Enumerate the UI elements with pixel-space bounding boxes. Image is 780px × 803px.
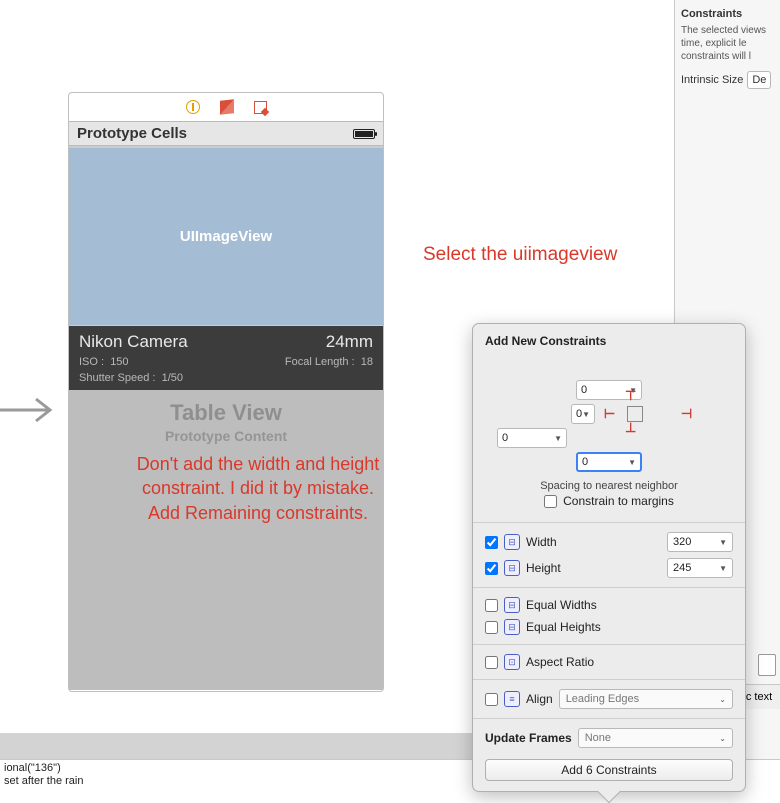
interface-builder-canvas[interactable]: Prototype Cells UIImageView Nikon Camera… bbox=[68, 92, 384, 692]
width-value-input[interactable]: 320▼ bbox=[667, 532, 733, 552]
align-checkbox[interactable] bbox=[485, 693, 498, 706]
add-constraints-button[interactable]: Add 6 Constraints bbox=[485, 759, 733, 781]
aspect-ratio-checkbox[interactable] bbox=[485, 656, 498, 669]
vc-icon[interactable] bbox=[186, 100, 200, 114]
cell-info[interactable]: Nikon Camera 24mm ISO : 150 Focal Length… bbox=[69, 326, 383, 390]
bottom-strut[interactable]: ⊥ bbox=[625, 420, 636, 436]
scene-toolbar bbox=[69, 93, 383, 121]
constrain-margins-label: Constrain to margins bbox=[563, 494, 674, 508]
lens-value: 24mm bbox=[326, 332, 373, 352]
add-constraints-popover: Add New Constraints 0▼ 0▼ ⊢ ⊤ ⊥ ⊣ 0▼ 0▼ … bbox=[472, 323, 746, 792]
height-icon: ⊟ bbox=[504, 560, 520, 576]
left-spacing-input[interactable]: 0▼ bbox=[571, 404, 595, 424]
prototype-cells-header: Prototype Cells bbox=[69, 121, 383, 146]
equal-widths-label: Equal Widths bbox=[526, 598, 597, 612]
tableview-title: Table View bbox=[69, 400, 383, 426]
align-label: Align bbox=[526, 692, 553, 706]
right-strut[interactable]: ⊣ bbox=[651, 406, 721, 422]
left-strut[interactable]: ⊢ bbox=[599, 406, 619, 422]
height-label: Height bbox=[526, 561, 561, 575]
update-frames-select[interactable]: None⌄ bbox=[578, 728, 733, 748]
spacing-label: Spacing to nearest neighbor bbox=[473, 480, 745, 492]
shutter-value: 1/50 bbox=[162, 372, 183, 384]
iso-label: ISO : bbox=[79, 356, 104, 368]
uiimageview[interactable]: UIImageView bbox=[69, 146, 383, 326]
intrinsic-size-select[interactable]: De bbox=[747, 71, 771, 89]
aspect-ratio-icon: ⊡ bbox=[504, 654, 520, 670]
table-view-placeholder[interactable]: Table View Prototype Content bbox=[69, 390, 383, 690]
top-strut[interactable]: ⊤ bbox=[625, 388, 636, 404]
equal-heights-icon: ⊟ bbox=[504, 619, 520, 635]
equal-widths-icon: ⊟ bbox=[504, 597, 520, 613]
battery-icon bbox=[353, 129, 375, 139]
align-select[interactable]: Leading Edges⌄ bbox=[559, 689, 733, 709]
width-checkbox[interactable] bbox=[485, 536, 498, 549]
constraints-heading: Constraints bbox=[681, 8, 774, 20]
tableview-subtitle: Prototype Content bbox=[69, 428, 383, 444]
right-spacing-input[interactable]: 0▼ bbox=[497, 428, 567, 448]
height-checkbox[interactable] bbox=[485, 562, 498, 575]
bottom-spacing-input[interactable]: 0▼ bbox=[576, 452, 642, 472]
focal-value: 18 bbox=[361, 356, 373, 368]
exit-icon[interactable] bbox=[254, 101, 267, 114]
first-responder-icon[interactable] bbox=[220, 99, 234, 114]
shutter-label: Shutter Speed : bbox=[79, 372, 155, 384]
prototype-cells-label: Prototype Cells bbox=[77, 125, 187, 142]
document-icon[interactable] bbox=[758, 654, 776, 676]
align-icon: ≡ bbox=[504, 691, 520, 707]
equal-heights-label: Equal Heights bbox=[526, 620, 601, 634]
height-value-input[interactable]: 245▼ bbox=[667, 558, 733, 578]
camera-name: Nikon Camera bbox=[79, 332, 188, 352]
uiimageview-label: UIImageView bbox=[180, 228, 272, 245]
popover-title: Add New Constraints bbox=[473, 324, 745, 352]
constrain-margins-checkbox[interactable] bbox=[544, 495, 557, 508]
annotation-note: Don't add the width and height constrain… bbox=[128, 452, 388, 525]
intrinsic-size-label: Intrinsic Size bbox=[681, 74, 743, 86]
focal-label: Focal Length : bbox=[285, 356, 355, 368]
equal-widths-checkbox[interactable] bbox=[485, 599, 498, 612]
width-icon: ⊟ bbox=[504, 534, 520, 550]
initial-vc-arrow[interactable] bbox=[0, 395, 58, 425]
constraints-text: The selected views time, explicit le con… bbox=[681, 24, 774, 63]
update-frames-label: Update Frames bbox=[485, 731, 572, 745]
annotation-select: Select the uiimageview bbox=[423, 244, 617, 266]
width-label: Width bbox=[526, 535, 557, 549]
aspect-ratio-label: Aspect Ratio bbox=[526, 655, 594, 669]
equal-heights-checkbox[interactable] bbox=[485, 621, 498, 634]
iso-value: 150 bbox=[110, 356, 128, 368]
